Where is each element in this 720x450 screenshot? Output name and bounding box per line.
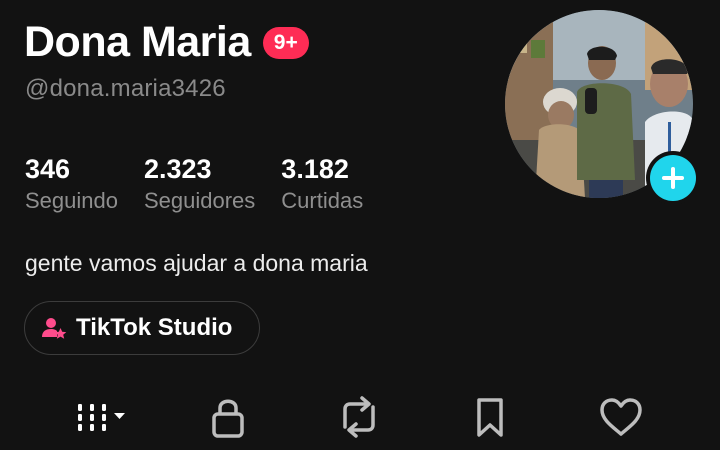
tiktok-studio-label: TikTok Studio [76, 314, 233, 341]
repost-icon [336, 395, 382, 444]
tiktok-studio-icon [41, 315, 67, 341]
heart-icon [598, 395, 644, 444]
tab-videos-grid[interactable] [72, 396, 132, 442]
bookmark-icon [472, 395, 508, 444]
profile-tab-bar [0, 388, 720, 450]
tab-reposts[interactable] [329, 395, 389, 444]
tab-favorites[interactable] [460, 396, 520, 442]
stat-followers[interactable]: 2.323 Seguidores [144, 154, 255, 214]
likes-label: Curtidas [281, 188, 364, 213]
grid-dropdown-icon [72, 394, 132, 445]
following-label: Seguindo [25, 188, 118, 213]
add-story-button[interactable] [646, 151, 700, 205]
profile-stats: 346 Seguindo 2.323 Seguidores 3.182 Curt… [25, 154, 389, 214]
avatar-container[interactable] [505, 10, 700, 205]
tab-private[interactable] [198, 396, 258, 442]
plus-icon [650, 155, 696, 201]
display-name: Dona Maria [24, 18, 251, 66]
followers-label: Seguidores [143, 188, 256, 213]
tab-liked[interactable] [591, 396, 651, 442]
tiktok-studio-button[interactable]: TikTok Studio [24, 301, 260, 355]
lock-icon [208, 395, 248, 444]
followers-count: 2.323 [143, 154, 212, 184]
stat-likes[interactable]: 3.182 Curtidas [281, 154, 363, 214]
bio: gente vamos ajudar a dona maria [25, 250, 368, 276]
stat-following[interactable]: 346 Seguindo [25, 154, 118, 214]
following-count: 346 [25, 154, 71, 184]
notification-badge[interactable]: 9+ [262, 27, 309, 59]
profile-header: Dona Maria 9+ [24, 14, 309, 70]
username: @dona.maria3426 [25, 75, 226, 102]
likes-count: 3.182 [281, 154, 349, 184]
